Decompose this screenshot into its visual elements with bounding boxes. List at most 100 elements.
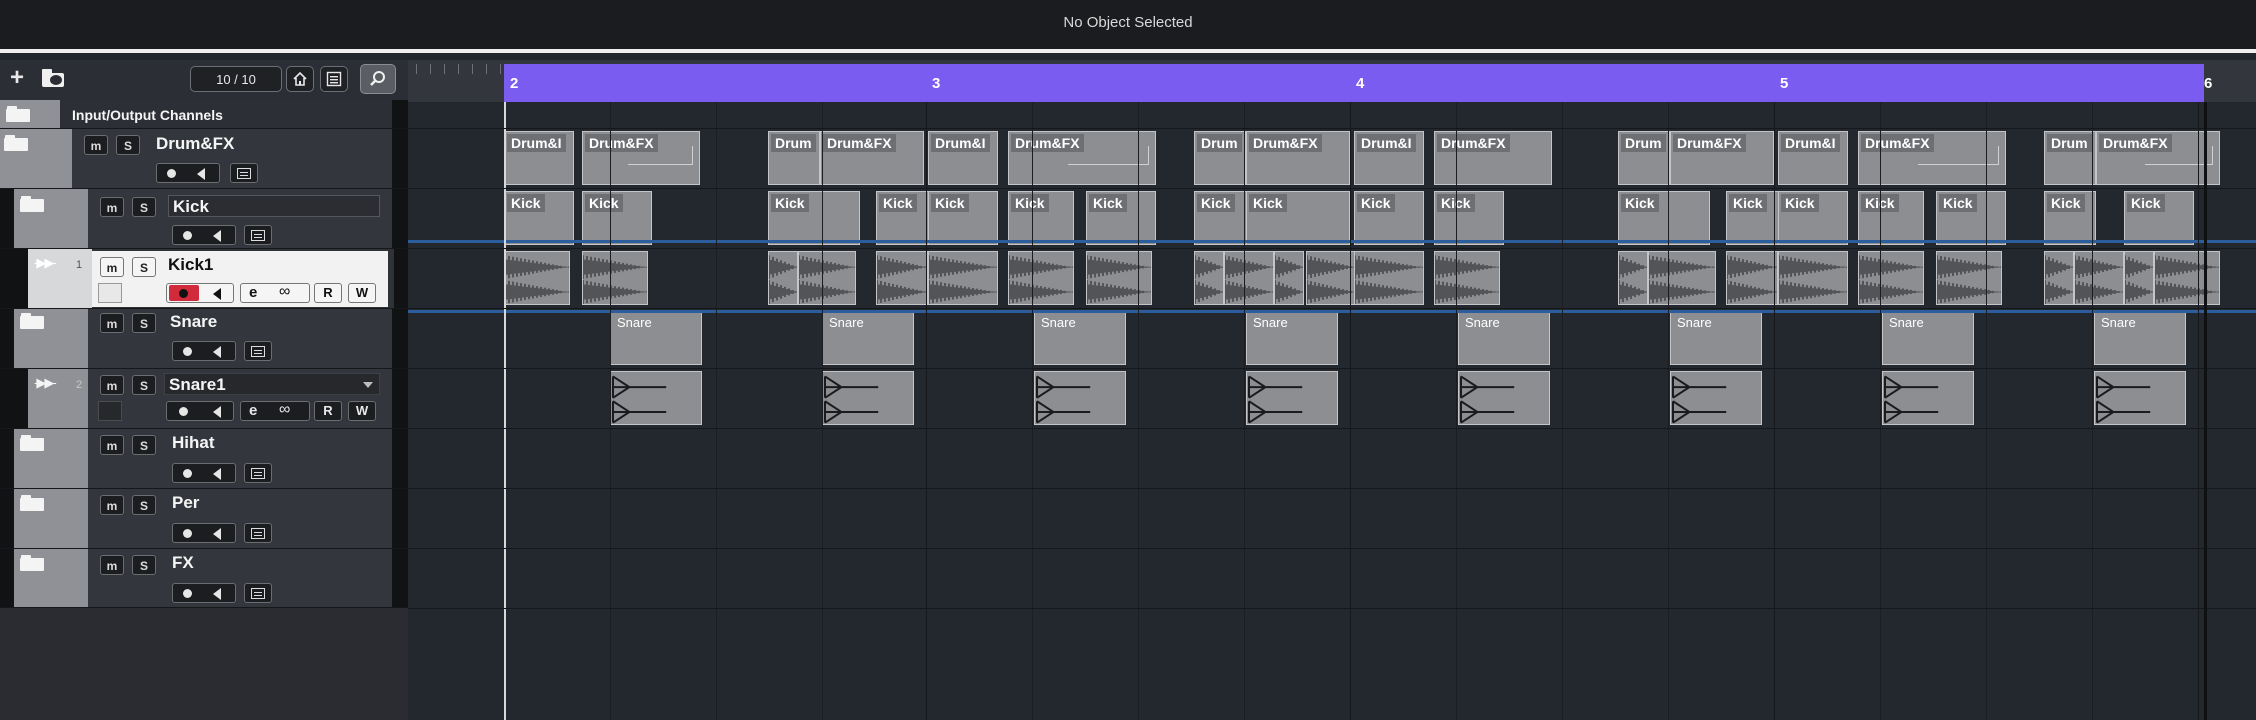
folder-event-drum-fx[interactable]: Drum&I: [504, 131, 574, 185]
folder-event-kick[interactable]: Kick: [582, 191, 652, 245]
solo-button[interactable]: S: [116, 135, 140, 155]
folder-event-kick[interactable]: Kick: [1778, 191, 1848, 245]
folder-event-snare[interactable]: Snare: [1670, 311, 1762, 365]
record-monitor-buttons[interactable]: [172, 583, 236, 603]
audio-event-snare1[interactable]: [1034, 371, 1126, 425]
folder-event-kick[interactable]: Kick: [1858, 191, 1924, 245]
folder-event-drum-fx[interactable]: Drum: [768, 131, 820, 185]
folder-event-snare[interactable]: Snare: [610, 311, 702, 365]
edit-button[interactable]: [244, 463, 272, 483]
folder-event-drum-fx[interactable]: Drum: [1618, 131, 1670, 185]
edit-button[interactable]: [244, 583, 272, 603]
home-icon[interactable]: [286, 66, 314, 92]
write-automation-button[interactable]: W: [348, 283, 376, 303]
track-io-channels[interactable]: Input/Output Channels: [0, 100, 408, 128]
mute-button[interactable]: m: [100, 495, 124, 515]
folder-event-snare[interactable]: Snare: [1034, 311, 1126, 365]
folder-event-snare[interactable]: Snare: [1882, 311, 1974, 365]
folder-event-kick[interactable]: Kick: [928, 191, 998, 245]
record-monitor-buttons[interactable]: [166, 401, 234, 421]
record-monitor-buttons[interactable]: [172, 225, 236, 245]
mute-button[interactable]: m: [100, 555, 124, 575]
record-monitor-buttons[interactable]: [172, 463, 236, 483]
track-name-field[interactable]: Snare1: [164, 373, 380, 395]
folder-event-drum-fx[interactable]: Drum&FX: [1670, 131, 1774, 185]
track-per[interactable]: m S Per: [0, 488, 408, 548]
mute-button[interactable]: m: [100, 435, 124, 455]
mute-button[interactable]: m: [84, 135, 108, 155]
read-automation-button[interactable]: R: [314, 283, 342, 303]
mute-button[interactable]: m: [100, 197, 124, 217]
record-monitor-buttons[interactable]: [172, 341, 236, 361]
edit-button[interactable]: [244, 341, 272, 361]
solo-button[interactable]: S: [132, 313, 156, 333]
solo-button[interactable]: S: [132, 257, 156, 277]
folder-event-kick[interactable]: Kick: [1936, 191, 2006, 245]
ruler[interactable]: 2 3 4 5 6: [408, 60, 2256, 102]
folder-event-drum-fx[interactable]: Drum&FX: [820, 131, 924, 185]
folder-event-snare[interactable]: Snare: [822, 311, 914, 365]
folder-event-kick[interactable]: Kick: [2044, 191, 2096, 245]
folder-event-kick[interactable]: Kick: [1008, 191, 1074, 245]
folder-event-kick[interactable]: Kick: [1086, 191, 1156, 245]
folder-event-kick[interactable]: Kick: [504, 191, 574, 245]
track-color-swatch[interactable]: [98, 401, 122, 421]
solo-button[interactable]: S: [132, 375, 156, 395]
track-snare1[interactable]: -▶▶- 2 m S Snare1 e ∞ R W: [0, 368, 408, 428]
edit-button[interactable]: [244, 225, 272, 245]
folder-event-kick[interactable]: Kick: [1618, 191, 1710, 245]
cycle-range[interactable]: [504, 64, 2204, 102]
audio-event-snare1[interactable]: [1246, 371, 1338, 425]
folder-event-kick[interactable]: Kick: [876, 191, 930, 245]
mute-button[interactable]: m: [100, 375, 124, 395]
visible-track-counter[interactable]: 10 / 10: [190, 66, 282, 92]
audio-event-snare1[interactable]: [610, 371, 702, 425]
track-drum-fx[interactable]: m S Drum&FX: [0, 128, 408, 188]
track-fx[interactable]: m S FX: [0, 548, 408, 608]
folder-event-drum-fx[interactable]: Drum&FX: [1434, 131, 1552, 185]
mute-button[interactable]: m: [100, 313, 124, 333]
edit-lanes-buttons[interactable]: e ∞: [240, 283, 310, 303]
folder-event-drum-fx[interactable]: Drum&FX: [582, 131, 700, 185]
add-folder-icon[interactable]: [40, 69, 68, 89]
record-monitor-buttons[interactable]: [156, 163, 220, 183]
edit-button[interactable]: [244, 523, 272, 543]
folder-event-kick[interactable]: Kick: [1354, 191, 1424, 245]
folder-event-drum-fx[interactable]: Drum: [2044, 131, 2096, 185]
folder-event-snare[interactable]: Snare: [1458, 311, 1550, 365]
track-color-swatch[interactable]: [98, 283, 122, 303]
folder-event-kick[interactable]: Kick: [768, 191, 860, 245]
folder-event-drum-fx[interactable]: Drum&I: [928, 131, 998, 185]
track-snare[interactable]: m S Snare: [0, 308, 408, 368]
folder-event-kick[interactable]: Kick: [1726, 191, 1780, 245]
edit-button[interactable]: [230, 163, 258, 183]
folder-event-drum-fx[interactable]: Drum&FX: [1008, 131, 1156, 185]
read-automation-button[interactable]: R: [314, 401, 342, 421]
audio-event-snare1[interactable]: [2094, 371, 2186, 425]
record-monitor-buttons[interactable]: [172, 523, 236, 543]
folder-event-snare[interactable]: Snare: [2094, 311, 2186, 365]
track-kick1[interactable]: -▶▶- 1 m S Kick1 e ∞ R W: [0, 248, 408, 308]
folder-event-kick[interactable]: Kick: [1246, 191, 1350, 245]
record-monitor-buttons[interactable]: [166, 283, 234, 303]
add-track-button[interactable]: +: [3, 66, 31, 92]
write-automation-button[interactable]: W: [348, 401, 376, 421]
event-display[interactable]: 23456 Drum&I Drum&FX Drum Drum&FX Drum&I Drum…: [408, 60, 2256, 720]
search-icon[interactable]: [360, 64, 396, 94]
folder-event-drum-fx[interactable]: Drum&FX: [1246, 131, 1350, 185]
solo-button[interactable]: S: [132, 435, 156, 455]
folder-event-drum-fx[interactable]: Drum&I: [1354, 131, 1424, 185]
folder-event-kick[interactable]: Kick: [1434, 191, 1504, 245]
audio-event-snare1[interactable]: [822, 371, 914, 425]
folder-event-drum-fx[interactable]: Drum&I: [1778, 131, 1848, 185]
solo-button[interactable]: S: [132, 555, 156, 575]
solo-button[interactable]: S: [132, 197, 156, 217]
audio-event-snare1[interactable]: [1670, 371, 1762, 425]
track-menu-icon[interactable]: [320, 66, 348, 92]
track-name-field[interactable]: Kick: [168, 195, 380, 217]
edit-lanes-buttons[interactable]: e ∞: [240, 401, 310, 421]
audio-event-snare1[interactable]: [1458, 371, 1550, 425]
folder-event-drum-fx[interactable]: Drum: [1194, 131, 1246, 185]
folder-event-drum-fx[interactable]: Drum&FX: [2096, 131, 2220, 185]
solo-button[interactable]: S: [132, 495, 156, 515]
